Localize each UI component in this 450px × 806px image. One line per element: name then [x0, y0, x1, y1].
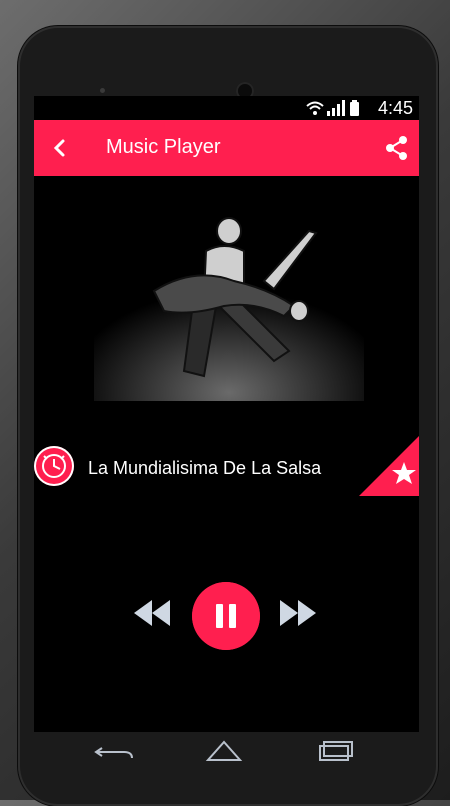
- signal-icon: [327, 100, 345, 116]
- star-icon[interactable]: [359, 436, 419, 496]
- status-bar: 4:45: [34, 96, 419, 120]
- back-icon[interactable]: [94, 740, 134, 764]
- playback-controls: [134, 582, 324, 650]
- home-icon[interactable]: [204, 740, 244, 764]
- system-nav-bar: [34, 732, 419, 772]
- screen: 4:45 Music Player La Mundialisima De La …: [34, 96, 419, 732]
- arrow-left-icon[interactable]: [46, 134, 74, 162]
- recent-apps-icon[interactable]: [316, 740, 356, 764]
- pause-icon[interactable]: [192, 582, 260, 650]
- speaker-dot: [100, 88, 105, 93]
- battery-icon: [350, 100, 359, 116]
- rewind-icon[interactable]: [134, 600, 170, 626]
- status-time: 4:45: [377, 98, 413, 118]
- fast-forward-icon[interactable]: [280, 600, 316, 626]
- page-title: Music Player: [106, 136, 221, 158]
- track-row: La Mundialisima De La Salsa: [34, 436, 419, 496]
- album-art: [94, 217, 364, 401]
- clock-icon[interactable]: [34, 446, 74, 486]
- status-icons: [306, 100, 359, 116]
- wifi-icon: [306, 101, 324, 115]
- app-bar: Music Player: [34, 120, 419, 176]
- track-title: La Mundialisima De La Salsa: [88, 458, 322, 478]
- share-icon[interactable]: [383, 134, 411, 162]
